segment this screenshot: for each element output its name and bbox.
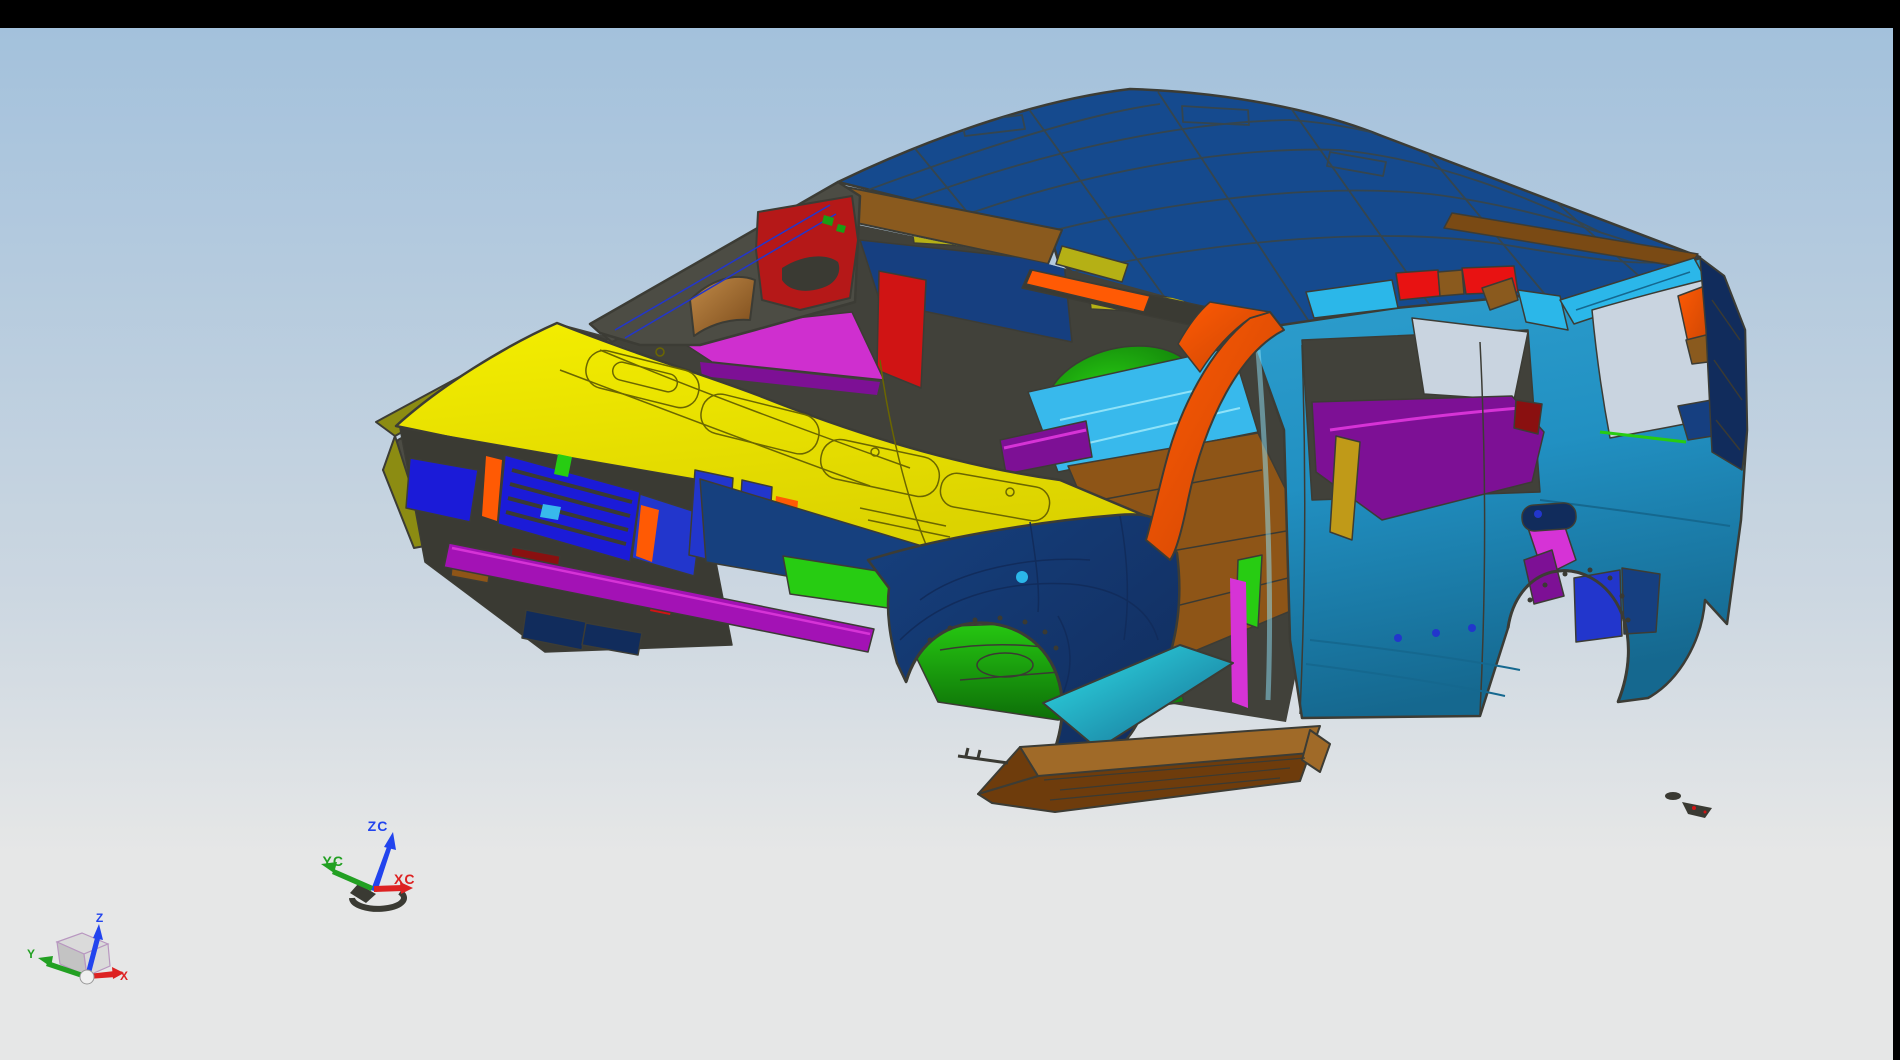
debris-red-dot: [1692, 806, 1696, 810]
window-see-through: [1412, 318, 1528, 400]
fender-hole: [1016, 571, 1028, 583]
view-z-label: Z: [96, 911, 104, 925]
view-triad-origin-sphere[interactable]: [80, 970, 94, 984]
cad-application-window: ZC YC XC Z Y X: [0, 0, 1900, 1060]
debris-red-dot: [1704, 811, 1707, 814]
wcs-z-label: ZC: [368, 818, 389, 834]
wcs-x-label: XC: [394, 871, 415, 887]
wcs-y-label: YC: [323, 853, 344, 869]
door-handle-recess[interactable]: [1521, 502, 1577, 532]
graphics-viewport[interactable]: ZC YC XC Z Y X: [0, 0, 1900, 1060]
top-screen-bar: [0, 0, 1900, 28]
a-pillar-inner-red[interactable]: [756, 196, 858, 310]
handle-glint: [1534, 510, 1542, 518]
arch-inner-box-dark: [1622, 568, 1660, 634]
center-brace[interactable]: [877, 271, 926, 388]
view-y-label: Y: [27, 947, 36, 961]
b-pillar-seal-strip: [1230, 578, 1248, 708]
right-screen-bar: [1893, 0, 1900, 1060]
view-x-label: X: [120, 969, 129, 983]
latch-bracket: [1514, 400, 1542, 434]
